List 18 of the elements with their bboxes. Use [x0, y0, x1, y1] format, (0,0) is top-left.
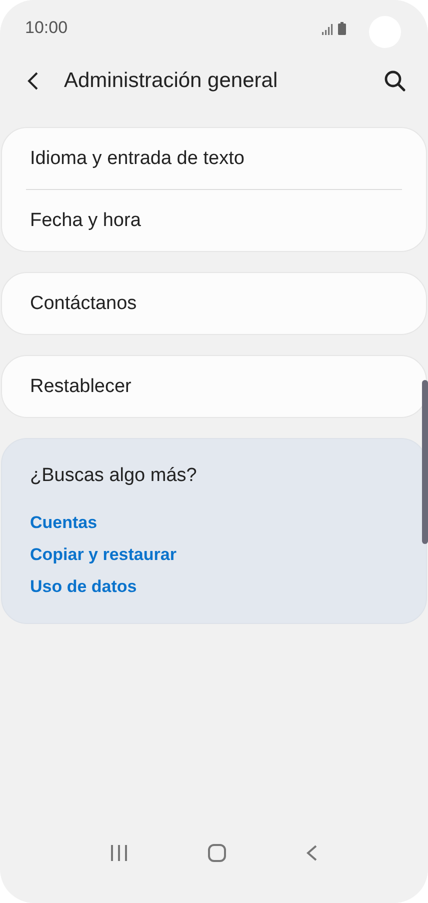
search-icon[interactable] — [384, 70, 406, 92]
settings-item[interactable]: Idioma y entrada de texto — [2, 128, 426, 189]
suggestion-link[interactable]: Copiar y restaurar — [30, 539, 176, 571]
settings-item[interactable]: Fecha y hora — [2, 190, 426, 251]
recents-icon[interactable] — [109, 844, 129, 862]
page-title: Administración general — [64, 69, 278, 93]
suggestions-title: ¿Buscas algo más? — [30, 465, 197, 487]
settings-item[interactable]: Restablecer — [2, 356, 426, 417]
scrollbar[interactable] — [422, 380, 428, 544]
battery-icon — [338, 22, 346, 34]
status-time: 10:00 — [25, 18, 68, 38]
signal-icon — [322, 24, 334, 34]
suggestion-link[interactable]: Uso de datos — [30, 571, 137, 603]
suggestion-link[interactable]: Cuentas — [30, 507, 98, 539]
settings-item[interactable]: Contáctanos — [2, 273, 426, 334]
back-icon[interactable] — [26, 71, 40, 91]
home-icon[interactable] — [207, 844, 227, 862]
back-nav-icon[interactable] — [305, 844, 319, 862]
